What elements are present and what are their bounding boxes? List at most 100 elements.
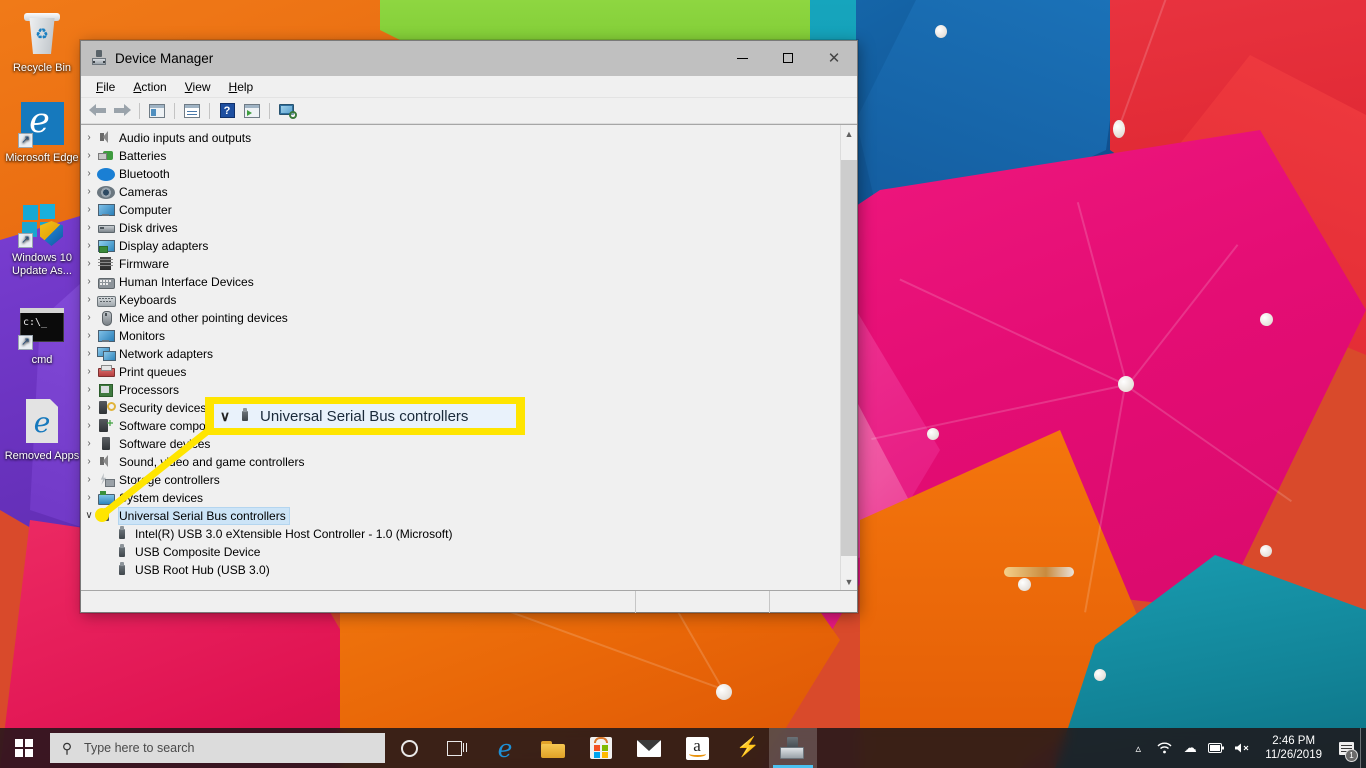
menu-item-help[interactable]: Help (220, 78, 263, 96)
search-input[interactable]: ⚲ Type here to search (50, 733, 385, 763)
chevron-right-icon[interactable]: › (81, 183, 97, 201)
device-manager-taskbar-button[interactable] (769, 728, 817, 768)
cortana-button[interactable] (385, 728, 433, 768)
chevron-right-icon[interactable]: › (81, 309, 97, 327)
tree-item-disk-drives[interactable]: › Disk drives (81, 219, 840, 237)
tree-item-cameras[interactable]: › Cameras (81, 183, 840, 201)
device-tree[interactable]: › Audio inputs and outputs › Batteries › Blue… (81, 125, 840, 590)
scroll-up-button[interactable]: ▲ (840, 125, 857, 142)
tree-child-item[interactable]: USB Root Hub (USB 3.0) (81, 561, 840, 579)
mail-button[interactable] (625, 728, 673, 768)
file-explorer-button[interactable] (529, 728, 577, 768)
tree-item-label: Monitors (119, 329, 166, 343)
tree-item-label: Print queues (119, 365, 187, 379)
chevron-right-icon[interactable]: › (81, 417, 97, 435)
desktop-icon-windows-update-assistant[interactable]: ↗ Windows 10 Update As... (4, 200, 80, 278)
start-button[interactable] (0, 728, 48, 768)
chevron-right-icon[interactable]: › (81, 273, 97, 291)
chevron-right-icon[interactable]: › (81, 291, 97, 309)
chevron-right-icon[interactable]: › (81, 327, 97, 345)
chevron-right-icon[interactable]: › (81, 399, 97, 417)
tree-item-firmware[interactable]: › Firmware (81, 255, 840, 273)
chevron-right-icon[interactable]: › (81, 129, 97, 147)
tree-item-monitors[interactable]: › Monitors (81, 327, 840, 345)
tree-item-software-devices[interactable]: › Software devices (81, 435, 840, 453)
desktop-icon-recycle-bin[interactable]: ♻ Recycle Bin (4, 10, 80, 75)
tree-item-keyboards[interactable]: › Keyboards (81, 291, 840, 309)
tree-child-item[interactable]: USB Composite Device (81, 543, 840, 561)
scroll-down-button[interactable]: ▼ (840, 573, 857, 590)
show-hide-console-tree-button[interactable] (145, 100, 169, 122)
show-desktop-button[interactable] (1360, 728, 1366, 768)
system-tray[interactable]: ▵ ☁ 2:46 PM 11/26/2019 1 (1125, 728, 1366, 768)
properties-button[interactable] (180, 100, 204, 122)
chevron-right-icon[interactable]: › (81, 489, 97, 507)
clock[interactable]: 2:46 PM 11/26/2019 (1255, 734, 1332, 762)
chevron-right-icon[interactable]: › (81, 201, 97, 219)
tree-item-sound-video-and-game-controllers[interactable]: › Sound, video and game controllers (81, 453, 840, 471)
tree-item-print-queues[interactable]: › Print queues (81, 363, 840, 381)
window-titlebar[interactable]: Device Manager ✕ (81, 41, 857, 76)
chevron-right-icon[interactable]: › (81, 237, 97, 255)
menu-bar[interactable]: File Action View Help (81, 76, 857, 98)
taskbar[interactable]: ⚲ Type here to search e a ⚡ ▵ ☁ 2:46 PM … (0, 728, 1366, 768)
tree-item-network-adapters[interactable]: › Network adapters (81, 345, 840, 363)
battery-button[interactable] (1203, 728, 1229, 768)
back-button[interactable] (85, 100, 109, 122)
tree-item-system-devices[interactable]: › System devices (81, 489, 840, 507)
scrollbar-thumb[interactable] (840, 160, 857, 556)
vertical-scrollbar[interactable]: ▲ ▼ (840, 125, 857, 590)
amazon-button[interactable]: a (673, 728, 721, 768)
tree-item-storage-controllers[interactable]: › Storage controllers (81, 471, 840, 489)
microsoft-store-button[interactable] (577, 728, 625, 768)
tree-item-display-adapters[interactable]: › Display adapters (81, 237, 840, 255)
maximize-button[interactable] (765, 41, 811, 75)
show-hidden-icons-button[interactable]: ▵ (1125, 728, 1151, 768)
menu-item-file[interactable]: File (87, 78, 124, 96)
desktop[interactable]: ♻ Recycle Bin e ↗ Microsoft Edge ↗ Windo… (0, 0, 1366, 768)
volume-button[interactable] (1229, 728, 1255, 768)
chevron-right-icon[interactable]: › (81, 255, 97, 273)
tree-item-computer[interactable]: › Computer (81, 201, 840, 219)
desktop-icon-cmd[interactable]: c:\_ ↗ cmd (4, 302, 80, 367)
chevron-right-icon[interactable]: › (81, 219, 97, 237)
chevron-right-icon[interactable]: › (81, 345, 97, 363)
desktop-icon-removed-apps[interactable]: e Removed Apps (4, 398, 80, 463)
onedrive-button[interactable]: ☁ (1177, 728, 1203, 768)
scan-for-hardware-changes-button[interactable] (275, 100, 299, 122)
chevron-right-icon[interactable]: › (81, 435, 97, 453)
chevron-right-icon[interactable]: › (81, 165, 97, 183)
edge-taskbar-button[interactable]: e (481, 728, 529, 768)
menu-item-view[interactable]: View (176, 78, 220, 96)
network-button[interactable] (1151, 728, 1177, 768)
tree-item-universal-serial-bus-controllers[interactable]: ∨ Universal Serial Bus controllers (81, 507, 840, 525)
tree-item-batteries[interactable]: › Batteries (81, 147, 840, 165)
chevron-right-icon[interactable]: › (81, 147, 97, 165)
chevron-right-icon[interactable]: › (81, 471, 97, 489)
device-tree-pane[interactable]: › Audio inputs and outputs › Batteries › Blue… (81, 124, 857, 590)
chevron-right-icon[interactable]: › (81, 453, 97, 471)
tree-item-human-interface-devices[interactable]: › Human Interface Devices (81, 273, 840, 291)
update-driver-button[interactable] (240, 100, 264, 122)
close-button[interactable]: ✕ (811, 41, 857, 75)
desktop-icon-microsoft-edge[interactable]: e ↗ Microsoft Edge (4, 100, 80, 165)
forward-button[interactable] (110, 100, 134, 122)
notification-center-button[interactable]: 1 (1332, 728, 1360, 768)
chevron-right-icon[interactable]: › (81, 381, 97, 399)
device-manager-window[interactable]: Device Manager ✕ File Action View Help ? (80, 40, 858, 613)
tree-item-mice-and-other-pointing-devices[interactable]: › Mice and other pointing devices (81, 309, 840, 327)
chevron-right-icon[interactable]: › (81, 363, 97, 381)
task-view-button[interactable] (433, 728, 481, 768)
help-button[interactable]: ? (215, 100, 239, 122)
umbrella-knob (1260, 313, 1273, 326)
scrollbar-track[interactable] (840, 142, 857, 573)
chevron-down-icon[interactable]: ∨ (81, 507, 97, 525)
menu-item-action[interactable]: Action (124, 78, 175, 96)
tree-child-item[interactable]: Intel(R) USB 3.0 eXtensible Host Control… (81, 525, 840, 543)
tree-item-audio-inputs-and-outputs[interactable]: › Audio inputs and outputs (81, 129, 840, 147)
tree-item-bluetooth[interactable]: › Bluetooth (81, 165, 840, 183)
firmware-icon (97, 256, 115, 272)
minimize-button[interactable] (719, 41, 765, 75)
lightning-app-button[interactable]: ⚡ (721, 728, 769, 768)
toolbar[interactable]: ? (81, 98, 857, 124)
